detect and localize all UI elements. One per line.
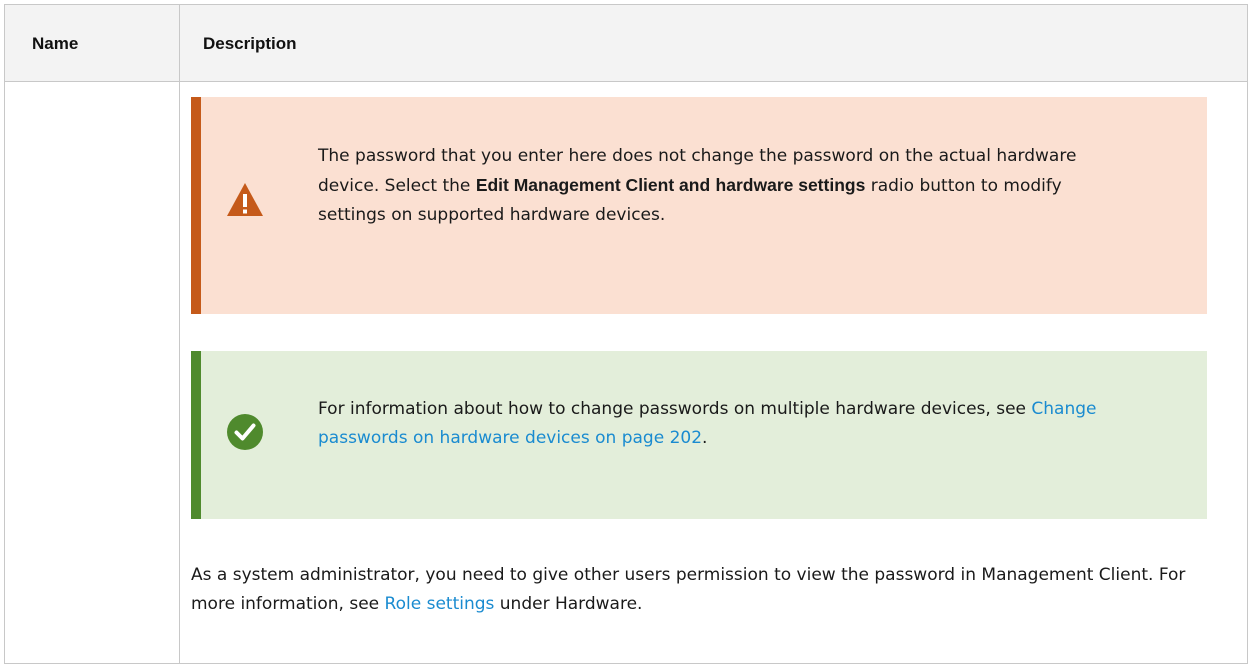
description-cell: The password that you enter here does no… <box>179 81 1248 664</box>
admin-paragraph: As a system administrator, you need to g… <box>191 561 1221 619</box>
settings-table: Name Description The password that you e… <box>4 4 1248 664</box>
warning-icon <box>226 181 264 219</box>
paragraph-text-before: As a system administrator, you need to g… <box>191 565 1186 614</box>
role-settings-link[interactable]: Role settings <box>385 594 495 614</box>
warning-bold-2: hardware settings <box>715 175 866 195</box>
header-description: Description <box>179 4 1248 82</box>
tip-text-before: For information about how to change pass… <box>318 399 1032 419</box>
table-header-row: Name Description <box>4 4 1248 82</box>
header-name: Name <box>4 4 180 82</box>
tip-text-after: . <box>702 428 708 448</box>
warning-note: The password that you enter here does no… <box>191 97 1207 314</box>
tip-note-text: For information about how to change pass… <box>318 395 1098 453</box>
header-description-label: Description <box>203 34 297 53</box>
warning-bold-1: Edit Management Client and <box>475 175 711 195</box>
header-name-label: Name <box>32 34 79 53</box>
warning-note-text: The password that you enter here does no… <box>318 142 1078 230</box>
check-circle-icon <box>226 413 264 451</box>
tip-note: For information about how to change pass… <box>191 351 1207 519</box>
name-cell <box>4 81 180 664</box>
paragraph-text-after: under Hardware. <box>494 594 643 614</box>
table-row: The password that you enter here does no… <box>4 81 1248 664</box>
